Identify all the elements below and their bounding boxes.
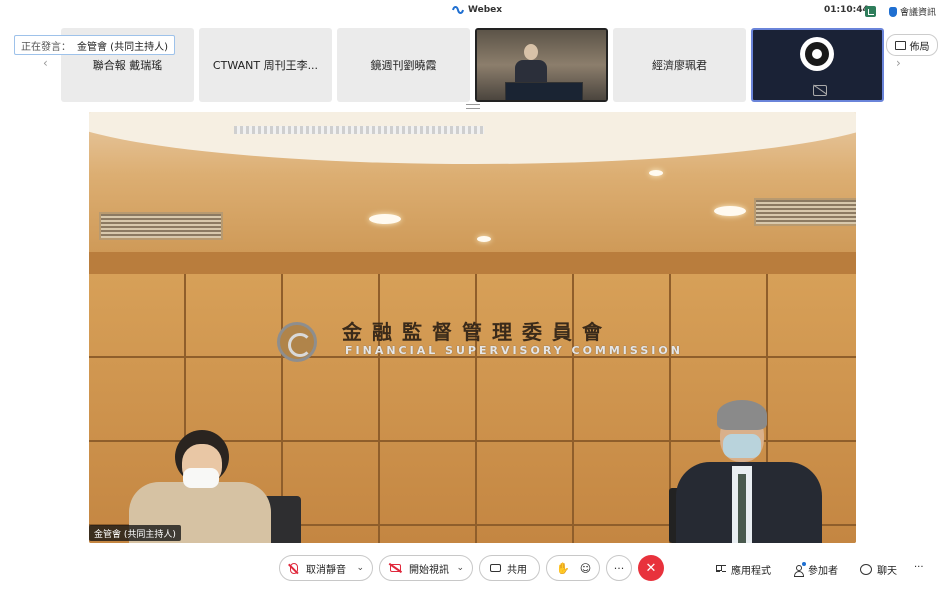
meeting-clock: 01:10:44 xyxy=(824,5,869,15)
raise-hand-icon[interactable]: ✋ xyxy=(556,562,570,575)
mic-off-icon xyxy=(290,562,298,574)
network-stats-icon[interactable] xyxy=(865,6,876,17)
participant-video-tile[interactable] xyxy=(475,28,608,102)
participant-tile-obs[interactable] xyxy=(751,28,884,102)
participant-tile[interactable]: 經濟廖珮君 xyxy=(613,28,746,102)
participant-tile[interactable]: 鏡週刊劉曉霞 xyxy=(337,28,470,102)
ceiling-light xyxy=(477,236,491,242)
wall-sign-chinese: 金融監督管理委員會 xyxy=(342,320,612,344)
speaker-right-tie xyxy=(738,474,746,543)
more-options-button[interactable]: ··· xyxy=(606,555,632,581)
active-speaker-indicator: 正在發言： 金管會 (共同主持人) xyxy=(14,35,175,55)
layout-button[interactable]: 佈局 xyxy=(886,34,938,56)
camera-off-icon xyxy=(390,564,401,572)
ceiling-light xyxy=(369,214,401,224)
apps-button[interactable]: 應用程式 xyxy=(716,562,771,577)
reactions-group[interactable]: ✋ ☺ xyxy=(546,555,600,581)
participant-name: 經濟廖珮君 xyxy=(652,59,707,72)
participant-head xyxy=(524,44,538,60)
chevron-down-icon[interactable]: ⌄ xyxy=(356,563,364,573)
start-video-label: 開始視訊 xyxy=(409,564,449,576)
participant-figure xyxy=(515,60,547,84)
ceiling-light xyxy=(649,170,663,176)
unmute-button[interactable]: 取消靜音 ⌄ xyxy=(279,555,373,581)
video-off-icon xyxy=(813,85,827,96)
shield-icon xyxy=(889,6,897,17)
share-icon xyxy=(490,564,501,572)
chevron-down-icon[interactable]: ⌄ xyxy=(456,563,464,573)
apps-icon xyxy=(716,564,726,575)
active-speaker-name: 金管會 (共同主持人) xyxy=(77,41,168,53)
air-vent xyxy=(99,212,223,240)
participants-button[interactable]: 參加者 xyxy=(793,561,838,577)
start-video-button[interactable]: 開始視訊 ⌄ xyxy=(379,555,473,581)
participants-icon xyxy=(793,561,806,577)
wall-sign-english: FINANCIAL SUPERVISORY COMMISSION xyxy=(345,344,683,357)
reactions-icon[interactable]: ☺ xyxy=(580,562,591,575)
main-video[interactable]: 金融監督管理委員會 FINANCIAL SUPERVISORY COMMISSI… xyxy=(89,112,856,543)
speaker-right-mask xyxy=(723,434,761,458)
share-button[interactable]: 共用 xyxy=(479,555,540,581)
participant-name: 鏡週刊劉曉霞 xyxy=(370,59,437,72)
participants-label: 參加者 xyxy=(808,566,838,577)
chat-button[interactable]: 聊天 xyxy=(860,562,897,577)
ceiling-light xyxy=(714,206,746,216)
monitor-screen xyxy=(505,82,583,100)
speaker-left-mask xyxy=(183,468,219,488)
chat-label: 聊天 xyxy=(877,566,897,577)
filmstrip-prev-arrow[interactable]: ‹ xyxy=(43,56,48,70)
obs-logo-icon xyxy=(800,37,834,71)
chat-icon xyxy=(860,564,872,575)
layout-label: 佈局 xyxy=(909,41,930,53)
layout-icon xyxy=(894,40,906,50)
participant-name: CTWANT 周刊王李... xyxy=(212,59,319,72)
app-title-text: Webex xyxy=(468,5,503,15)
video-name-tag: 金管會 (共同主持人) xyxy=(89,525,181,541)
fsc-emblem-icon xyxy=(277,322,317,362)
apps-label: 應用程式 xyxy=(731,566,771,577)
participant-name: 聯合報 戴瑞瑤 xyxy=(92,59,163,72)
ceiling-vent-slot xyxy=(234,126,484,134)
leave-meeting-button[interactable]: ✕ xyxy=(638,555,664,581)
unmute-label: 取消靜音 xyxy=(306,564,346,576)
participant-tile[interactable]: CTWANT 周刊王李... xyxy=(199,28,332,102)
overflow-menu-button[interactable]: ··· xyxy=(914,562,924,573)
wall-beam xyxy=(89,252,856,274)
title-bar: Webex 01:10:44 會議資訊 xyxy=(0,0,945,24)
filmstrip-resize-handle[interactable] xyxy=(466,104,480,109)
notification-dot xyxy=(802,561,806,566)
speaker-right-hair xyxy=(717,400,767,430)
meeting-info-button[interactable]: 會議資訊 xyxy=(889,5,936,18)
share-label: 共用 xyxy=(507,564,527,576)
meeting-info-label: 會議資訊 xyxy=(900,8,937,18)
webex-logo-icon xyxy=(452,6,464,14)
filmstrip-next-arrow[interactable]: › xyxy=(896,56,901,70)
app-title: Webex xyxy=(452,5,502,15)
air-vent xyxy=(754,198,856,226)
active-speaker-label: 正在發言： xyxy=(21,41,71,53)
